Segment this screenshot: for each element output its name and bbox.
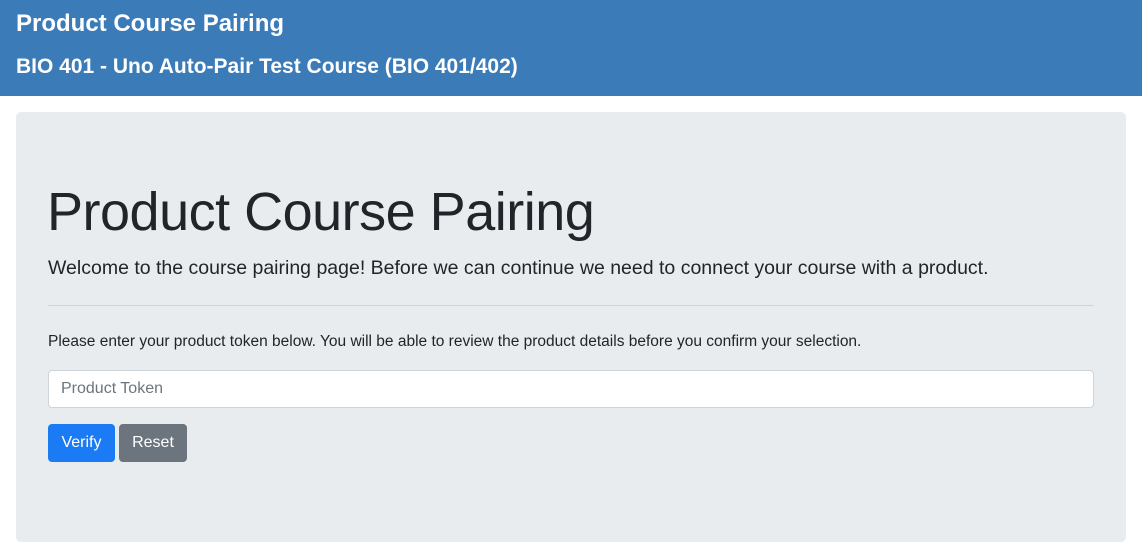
page-header: Product Course Pairing BIO 401 - Uno Aut… xyxy=(0,0,1142,96)
product-token-input[interactable] xyxy=(48,370,1094,408)
welcome-message: Welcome to the course pairing page! Befo… xyxy=(48,257,989,279)
pairing-panel: Product Course Pairing Welcome to the co… xyxy=(16,112,1126,542)
page-title: Product Course Pairing xyxy=(47,182,595,242)
header-title: Product Course Pairing xyxy=(16,10,285,37)
reset-button[interactable]: Reset xyxy=(119,424,187,462)
token-instructions: Please enter your product token below. Y… xyxy=(48,333,862,350)
course-subtitle: BIO 401 - Uno Auto-Pair Test Course (BIO… xyxy=(16,55,518,78)
divider xyxy=(48,305,1094,306)
verify-button[interactable]: Verify xyxy=(48,424,115,462)
